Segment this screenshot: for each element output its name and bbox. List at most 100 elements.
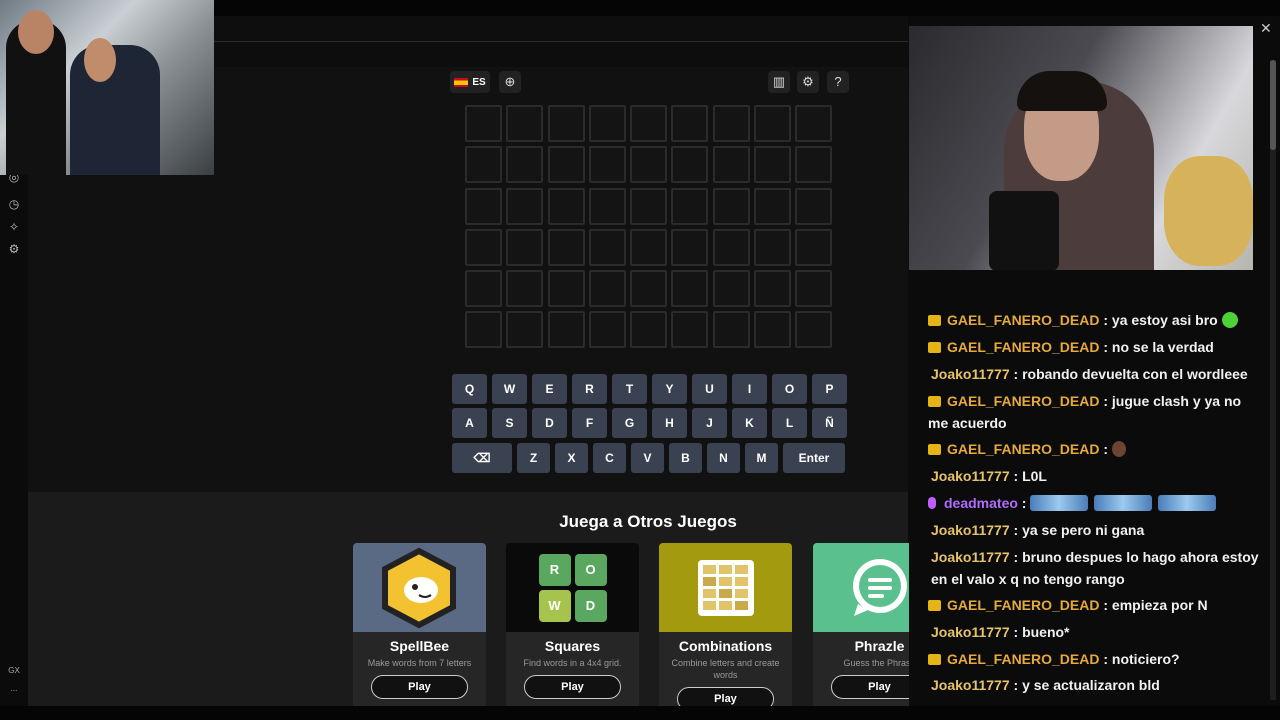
chat-message: GAEL_FANERO_DEAD : — [928, 438, 1263, 460]
chat-username[interactable]: GAEL_FANERO_DEAD — [947, 651, 1099, 667]
microphone — [989, 191, 1059, 270]
key-z[interactable]: Z — [517, 443, 550, 473]
key-f[interactable]: F — [572, 408, 607, 438]
key-l[interactable]: L — [772, 408, 807, 438]
letter-cell — [547, 105, 585, 142]
letter-cell — [795, 270, 833, 308]
chat-message: GAEL_FANERO_DEAD : noticiero? — [928, 648, 1263, 670]
extensions-icon[interactable]: ✧ — [7, 220, 21, 234]
letter-cell — [506, 187, 544, 225]
letter-cell — [506, 146, 544, 184]
letter-cell — [588, 311, 626, 349]
chat-message: GAEL_FANERO_DEAD : empieza por N — [928, 594, 1263, 616]
crown-badge-icon — [928, 444, 941, 455]
letter-cell — [630, 105, 668, 142]
play-button[interactable]: Play — [524, 675, 621, 699]
key-h[interactable]: H — [652, 408, 687, 438]
key-u[interactable]: U — [692, 374, 727, 404]
squares-tile: R — [538, 553, 571, 586]
letter-cell — [465, 187, 502, 225]
letter-cell — [506, 270, 544, 308]
chat-username[interactable]: Joako11777 — [931, 522, 1010, 538]
key-p[interactable]: P — [812, 374, 847, 404]
key-y[interactable]: Y — [652, 374, 687, 404]
squares-tile: D — [574, 589, 607, 622]
chat-username[interactable]: Joako11777 — [931, 468, 1010, 484]
game-card-squares[interactable]: R O W D Squares Find words in a 4x4 grid… — [506, 543, 639, 713]
key-x[interactable]: X — [555, 443, 588, 473]
key-r[interactable]: R — [572, 374, 607, 404]
browser-sidebar: ◎ ◷ ✧ ⚙ GX ... — [0, 170, 28, 706]
letter-cell — [547, 187, 585, 225]
chat-username[interactable]: Joako11777 — [931, 624, 1010, 640]
add-plus-icon[interactable]: ⊕ — [499, 71, 521, 93]
chat-username[interactable]: GAEL_FANERO_DEAD — [947, 312, 1099, 328]
letter-cell — [754, 187, 792, 225]
settings-gear-icon[interactable]: ⚙ — [7, 242, 21, 256]
letter-cell — [588, 146, 626, 184]
letter-cell — [671, 270, 709, 308]
chat-username[interactable]: GAEL_FANERO_DEAD — [947, 441, 1099, 457]
more-options-icon[interactable]: ... — [4, 684, 24, 693]
key-c[interactable]: C — [593, 443, 626, 473]
key-s[interactable]: S — [492, 408, 527, 438]
key-k[interactable]: K — [732, 408, 767, 438]
key-v[interactable]: V — [631, 443, 664, 473]
letter-cell — [712, 311, 750, 349]
scrollbar-thumb[interactable] — [1270, 60, 1276, 150]
chat-username[interactable]: Joako11777 — [931, 549, 1010, 565]
key-d[interactable]: D — [532, 408, 567, 438]
crown-badge-icon — [928, 654, 941, 665]
browser-address-area — [214, 42, 908, 67]
play-button[interactable]: Play — [371, 675, 468, 699]
stats-chart-icon[interactable]: ▥ — [768, 71, 790, 93]
key-o[interactable]: O — [772, 374, 807, 404]
letter-cell — [506, 311, 544, 349]
key-q[interactable]: Q — [452, 374, 487, 404]
key-a[interactable]: A — [452, 408, 487, 438]
key-m[interactable]: M — [745, 443, 778, 473]
key-e[interactable]: E — [532, 374, 567, 404]
scrollbar[interactable] — [1270, 60, 1276, 700]
enter-key[interactable]: Enter — [783, 443, 845, 473]
chat-username[interactable]: GAEL_FANERO_DEAD — [947, 339, 1099, 355]
chat-text: : empieza por N — [1099, 597, 1208, 613]
game-card-spellbee[interactable]: SpellBee Make words from 7 letters Play — [353, 543, 486, 713]
letter-cell — [465, 105, 502, 142]
key-i[interactable]: I — [732, 374, 767, 404]
gx-label[interactable]: GX — [4, 666, 24, 675]
chat-username[interactable]: Joako11777 — [931, 677, 1010, 693]
key-b[interactable]: B — [669, 443, 702, 473]
backspace-key[interactable]: ⌫ — [452, 443, 512, 473]
close-icon[interactable]: ✕ — [1260, 20, 1272, 37]
letter-cell — [754, 270, 792, 308]
letter-cell — [712, 187, 750, 225]
card-title: Combinations — [678, 638, 773, 654]
key-n[interactable]: N — [707, 443, 740, 473]
chat-bubble-icon — [852, 558, 907, 616]
key-g[interactable]: G — [612, 408, 647, 438]
keyboard-row-3: ⌫ Z X C V B N M Enter — [452, 443, 845, 473]
browser-tab-strip — [214, 16, 908, 42]
chat-message: Joako11777 : L0L — [928, 465, 1263, 487]
card-title: Squares — [544, 638, 601, 654]
language-selector[interactable]: ES — [450, 71, 490, 93]
game-card-combinations[interactable]: Combinations Combine letters and create … — [659, 543, 792, 713]
chat-username[interactable]: Joako11777 — [931, 366, 1010, 382]
help-question-icon[interactable]: ? — [827, 71, 849, 93]
letter-cell — [506, 105, 544, 142]
chat-username[interactable]: GAEL_FANERO_DEAD — [947, 597, 1099, 613]
key-ñ[interactable]: Ñ — [812, 408, 847, 438]
key-w[interactable]: W — [492, 374, 527, 404]
card-description: Make words from 7 letters — [367, 658, 472, 668]
chat-username[interactable]: deadmateo — [944, 495, 1018, 511]
letter-cell — [671, 228, 709, 266]
key-j[interactable]: J — [692, 408, 727, 438]
settings-icon[interactable]: ⚙ — [797, 71, 819, 93]
key-t[interactable]: T — [612, 374, 647, 404]
chat-username[interactable]: GAEL_FANERO_DEAD — [947, 393, 1099, 409]
webcam-overlay-top-left — [0, 0, 214, 175]
face-emote-icon — [1111, 441, 1126, 457]
history-icon[interactable]: ◷ — [7, 197, 21, 211]
letter-cell — [630, 311, 668, 349]
